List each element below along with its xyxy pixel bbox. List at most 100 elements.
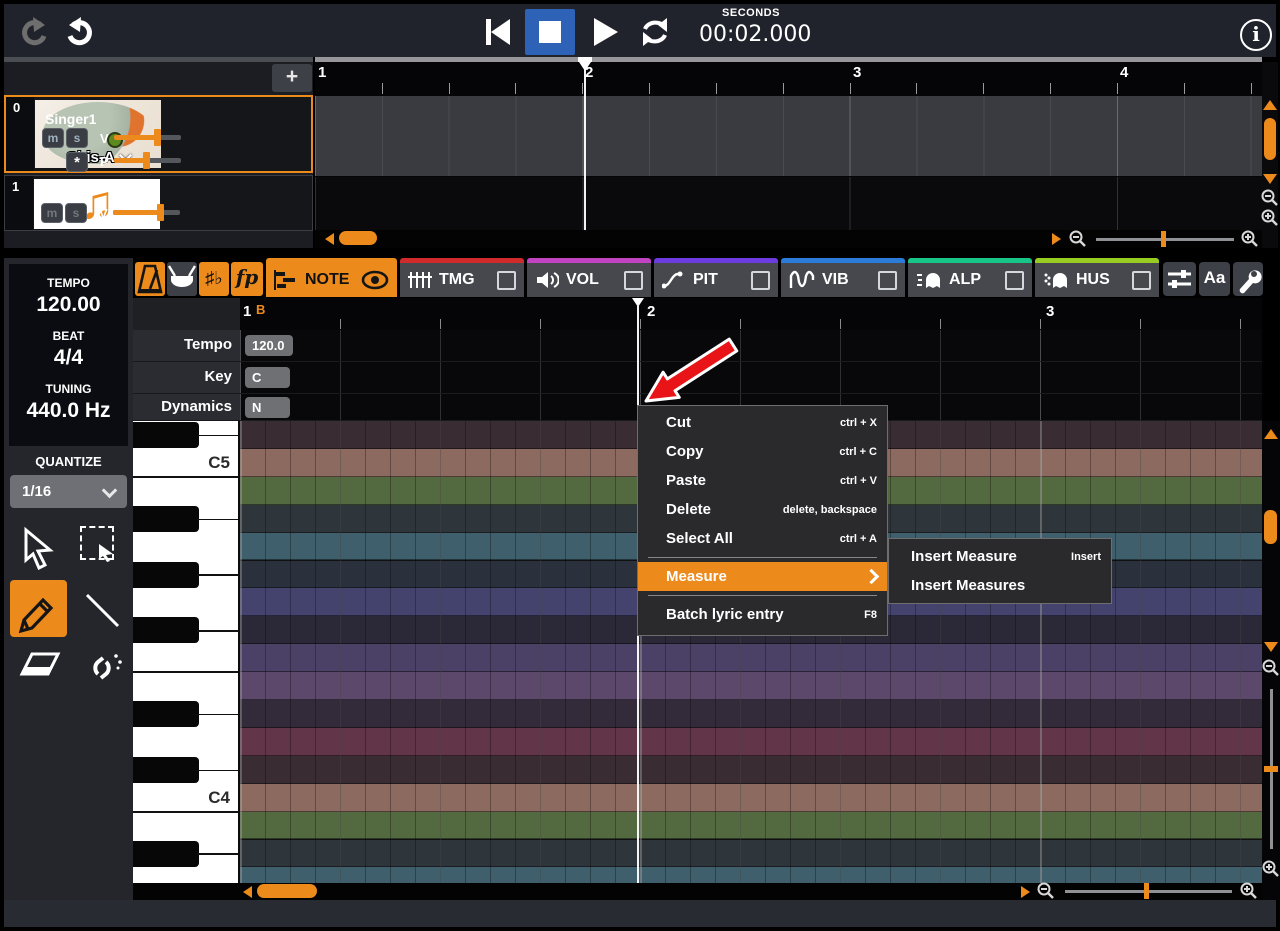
arrange-lane-audio1[interactable] bbox=[315, 177, 1262, 230]
menu-item-delete[interactable]: Delete delete, backspace bbox=[638, 495, 887, 524]
scroll-right-arrow[interactable] bbox=[1052, 233, 1061, 245]
track-row-audio1[interactable]: 1 ♫ Audio1 m s V bbox=[4, 175, 313, 231]
piano-key-Fs4[interactable] bbox=[133, 617, 199, 644]
cursor-tool[interactable] bbox=[18, 526, 62, 570]
pitch-row-A3[interactable] bbox=[240, 867, 1262, 883]
arrange-playhead[interactable] bbox=[584, 62, 586, 230]
menu-item-paste[interactable]: Paste ctrl + V bbox=[638, 466, 887, 495]
zoom-out-icon[interactable] bbox=[1068, 229, 1088, 249]
zoom-in-icon[interactable] bbox=[1239, 881, 1259, 901]
hscroll-thumb[interactable] bbox=[257, 884, 317, 898]
tab-tmg[interactable]: TMG bbox=[400, 258, 524, 297]
key-row-grid[interactable] bbox=[240, 362, 1262, 394]
accidental-button[interactable]: ♯♭ bbox=[199, 262, 229, 296]
pitch-row-As3[interactable] bbox=[240, 839, 1262, 868]
pitch-row-B3[interactable] bbox=[240, 811, 1262, 840]
tab-alp[interactable]: ALP bbox=[908, 258, 1032, 297]
info-button[interactable]: i bbox=[1240, 19, 1272, 51]
menu-item-insert-measure[interactable]: Insert Measure Insert bbox=[889, 542, 1111, 571]
zoom-out-icon[interactable] bbox=[1260, 188, 1280, 208]
pan-handle[interactable] bbox=[143, 152, 150, 169]
pitch-shift-button[interactable]: * bbox=[66, 152, 88, 172]
stop-button[interactable] bbox=[525, 9, 575, 55]
settings-wrench-button[interactable] bbox=[1233, 262, 1263, 296]
scroll-down-arrow[interactable] bbox=[1264, 642, 1278, 652]
vzoom-handle[interactable] bbox=[1264, 766, 1278, 772]
arrange-hscrollbar[interactable] bbox=[315, 230, 1262, 248]
zoom-out-icon[interactable] bbox=[1036, 881, 1056, 901]
tempo-badge[interactable]: 120.0 bbox=[245, 335, 293, 356]
pitch-row-Cs4[interactable] bbox=[240, 755, 1262, 784]
piano-keys[interactable]: C5 C4 bbox=[133, 421, 240, 883]
eraser-tool[interactable] bbox=[18, 648, 62, 692]
track-row-singer1[interactable]: 0 Chis-A Singer1 m s V * P bbox=[4, 95, 313, 173]
scroll-right-arrow[interactable] bbox=[1021, 886, 1030, 898]
solo-button[interactable]: s bbox=[65, 203, 87, 223]
vol-checkbox[interactable] bbox=[624, 270, 643, 290]
play-button[interactable] bbox=[587, 15, 621, 49]
pitch-row-E4[interactable] bbox=[240, 672, 1262, 700]
pitch-row-F4[interactable] bbox=[240, 644, 1262, 673]
volume-slider[interactable] bbox=[113, 204, 180, 221]
loop-button[interactable] bbox=[638, 15, 672, 49]
tab-vol[interactable]: VOL bbox=[527, 258, 651, 297]
zoom-in-icon[interactable] bbox=[1260, 208, 1280, 228]
pan-slider[interactable] bbox=[114, 152, 181, 169]
tuning-value[interactable]: 440.0 Hz bbox=[9, 399, 128, 423]
dynamics-badge[interactable]: N bbox=[245, 397, 290, 418]
dynamics-button[interactable]: fp bbox=[231, 262, 263, 296]
vib-checkbox[interactable] bbox=[878, 270, 897, 290]
scroll-left-arrow[interactable] bbox=[243, 886, 252, 898]
menu-item-batch-lyric-entry[interactable]: Batch lyric entry F8 bbox=[638, 600, 887, 629]
editor-hscrollbar[interactable] bbox=[133, 881, 1262, 901]
menu-item-insert-measures[interactable]: Insert Measures bbox=[889, 571, 1111, 600]
section-marker[interactable]: B bbox=[256, 302, 265, 317]
menu-item-copy[interactable]: Copy ctrl + C bbox=[638, 437, 887, 466]
redo-icon[interactable] bbox=[64, 15, 98, 49]
hzoom-handle[interactable] bbox=[1161, 231, 1166, 247]
metronome-button[interactable] bbox=[135, 262, 165, 296]
solo-button[interactable]: s bbox=[66, 128, 88, 148]
pitch-row-Ds4[interactable] bbox=[240, 700, 1262, 728]
piano-key-As3[interactable] bbox=[133, 840, 199, 867]
menu-item-cut[interactable]: Cut ctrl + X bbox=[638, 408, 887, 437]
hzoom-handle[interactable] bbox=[1144, 883, 1149, 899]
scroll-left-arrow[interactable] bbox=[325, 233, 334, 245]
quantize-dropdown[interactable]: 1/16 bbox=[10, 475, 127, 508]
vscroll-thumb[interactable] bbox=[1264, 118, 1276, 160]
scroll-down-arrow[interactable] bbox=[1263, 174, 1277, 184]
mute-button[interactable]: m bbox=[42, 128, 64, 148]
scroll-up-arrow[interactable] bbox=[1263, 100, 1277, 110]
tmg-checkbox[interactable] bbox=[497, 270, 516, 290]
mute-button[interactable]: m bbox=[41, 203, 63, 223]
pit-checkbox[interactable] bbox=[751, 270, 770, 290]
volume-handle[interactable] bbox=[157, 204, 164, 221]
vscroll-thumb[interactable] bbox=[1264, 510, 1277, 544]
beat-value[interactable]: 4/4 bbox=[9, 346, 128, 370]
tempo-value[interactable]: 120.00 bbox=[9, 293, 128, 317]
key-badge[interactable]: C bbox=[245, 367, 290, 388]
piano-key-Gs4[interactable] bbox=[133, 561, 199, 588]
unlink-tool[interactable] bbox=[80, 646, 124, 690]
pitch-row-D4[interactable] bbox=[240, 727, 1262, 756]
pencil-tool[interactable] bbox=[10, 580, 67, 637]
zoom-in-icon[interactable] bbox=[1240, 229, 1260, 249]
key-row[interactable]: Key C bbox=[133, 362, 1262, 394]
volume-handle[interactable] bbox=[154, 129, 161, 146]
zoom-in-icon[interactable] bbox=[1261, 859, 1280, 879]
piano-key-Cs5[interactable] bbox=[133, 422, 199, 448]
drum-button[interactable] bbox=[167, 262, 197, 296]
rewind-start-button[interactable] bbox=[481, 15, 515, 49]
pitch-row-C4[interactable] bbox=[240, 783, 1262, 812]
tab-pit[interactable]: PIT bbox=[654, 258, 778, 297]
piano-key-As4[interactable] bbox=[133, 505, 199, 532]
add-track-button[interactable]: + bbox=[272, 64, 312, 92]
tab-vib[interactable]: VIB bbox=[781, 258, 905, 297]
piano-key-Ds4[interactable] bbox=[133, 701, 199, 727]
tempo-row[interactable]: Tempo 120.0 bbox=[133, 330, 1262, 362]
mixer-button[interactable] bbox=[1163, 262, 1196, 296]
hus-checkbox[interactable] bbox=[1132, 270, 1151, 290]
arrange-lane-singer1[interactable] bbox=[315, 96, 1262, 176]
hscroll-thumb[interactable] bbox=[339, 231, 377, 245]
menu-item-select-all[interactable]: Select All ctrl + A bbox=[638, 524, 887, 553]
